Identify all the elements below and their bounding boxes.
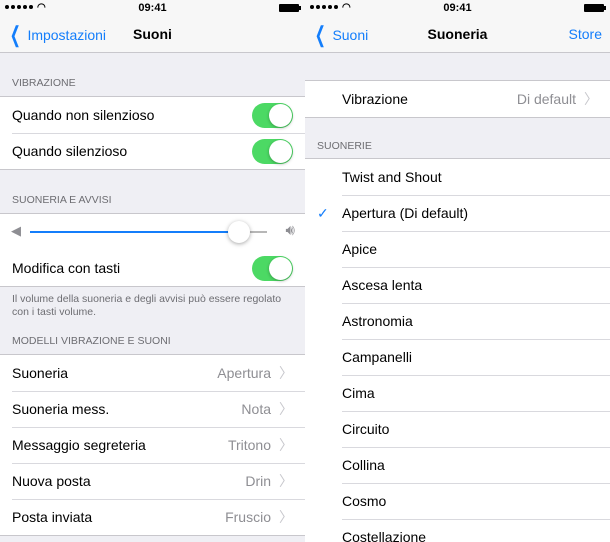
row-value: Tritono [227, 437, 271, 453]
store-button[interactable]: Store [569, 17, 602, 52]
ringer-footer-note: Il volume della suoneria e degli avvisi … [12, 293, 282, 318]
ringtone-label: Cosmo [342, 493, 387, 509]
speaker-high-icon: 🔊︎ [285, 222, 295, 239]
ringtone-label: Costellazione [342, 529, 427, 542]
new-mail-row[interactable]: Nuova posta Drin 〉 [0, 463, 305, 499]
section-header-ringer: SUONERIA E AVVISI [12, 194, 112, 206]
row-label: Suoneria mess. [12, 401, 110, 417]
status-time: 09:41 [443, 2, 472, 14]
text-tone-row[interactable]: Suoneria mess. Nota 〉 [0, 391, 305, 427]
voicemail-row[interactable]: Messaggio segreteria Tritono 〉 [0, 427, 305, 463]
battery-icon [584, 4, 606, 12]
ringtone-row[interactable]: Suoneria Apertura 〉 [0, 355, 305, 391]
ringtone-label: Apertura (Di default) [342, 205, 469, 221]
ringtone-label: Astronomia [342, 313, 413, 329]
chevron-right-icon: 〉 [279, 509, 293, 525]
section-header-vibration: VIBRAZIONE [12, 77, 76, 89]
volume-slider-row: ◀ 🔊︎ [0, 214, 305, 250]
checkmark-icon: ✓ [317, 205, 329, 221]
ringtone-list: Twist and Shout ✓ Apertura (Di default) A… [305, 158, 610, 542]
row-value: Drin [245, 473, 271, 489]
ringtone-screen: ◠ 09:41 ❮ Suoni Suoneria Store Vibrazion… [305, 0, 610, 542]
nav-bar: ❮ Impostazioni Suoni [0, 17, 305, 53]
sent-mail-row[interactable]: Posta inviata Fruscio 〉 [0, 499, 305, 535]
row-label: Quando non silenzioso [12, 107, 155, 123]
row-label: Quando silenzioso [12, 143, 128, 159]
ringtone-label: Collina [342, 457, 385, 473]
row-value: Di default [516, 91, 576, 107]
vibration-silent-row: Quando silenzioso [0, 133, 305, 169]
vibration-ring-row: Quando non silenzioso [0, 97, 305, 133]
ringtone-item[interactable]: Costellazione [305, 519, 610, 542]
chevron-right-icon: 〉 [279, 365, 293, 381]
vibration-group: Vibrazione Di default 〉 [305, 80, 610, 118]
ringtone-item[interactable]: Astronomia [305, 303, 610, 339]
volume-slider-thumb[interactable] [227, 221, 250, 243]
ringtone-label: Ascesa lenta [342, 277, 423, 293]
volume-slider[interactable] [30, 221, 267, 243]
ringtone-item[interactable]: Cima [305, 375, 610, 411]
row-label: Suoneria [12, 365, 69, 381]
row-value: Fruscio [225, 509, 271, 525]
ringtone-label: Apice [342, 241, 378, 257]
ringtone-label: Campanelli [342, 349, 413, 365]
status-bar: ◠ 09:41 [0, 0, 305, 17]
chevron-right-icon: 〉 [584, 91, 598, 107]
ringer-group: ◀ 🔊︎ Modifica con tasti [0, 213, 305, 287]
row-value: Nota [241, 401, 271, 417]
row-label: Modifica con tasti [12, 260, 121, 276]
ringtone-item[interactable]: Apice [305, 231, 610, 267]
vibrate-on-silent-toggle[interactable] [252, 138, 293, 164]
ringtone-item[interactable]: Cosmo [305, 483, 610, 519]
vibrate-on-ring-toggle[interactable] [252, 102, 293, 128]
chevron-right-icon: 〉 [279, 437, 293, 453]
page-title: Suoni [133, 26, 172, 42]
change-with-buttons-toggle[interactable] [252, 255, 293, 281]
sounds-screen: ◠ 09:41 ❮ Impostazioni Suoni VIBRAZIONE … [0, 0, 305, 542]
vibration-row[interactable]: Vibrazione Di default 〉 [305, 81, 610, 117]
section-header-patterns: MODELLI VIBRAZIONE E SUONI [12, 335, 171, 347]
vibration-group: Quando non silenzioso Quando silenzioso [0, 96, 305, 170]
ringtone-item[interactable]: Campanelli [305, 339, 610, 375]
speaker-low-icon: ◀ [11, 223, 21, 238]
change-with-buttons-row: Modifica con tasti [0, 250, 305, 286]
row-label: Messaggio segreteria [12, 437, 146, 453]
ringtone-label: Circuito [342, 421, 390, 437]
patterns-group: Suoneria Apertura 〉 Suoneria mess. Nota … [0, 354, 305, 536]
status-bar: ◠ 09:41 [305, 0, 610, 17]
ringtone-label: Twist and Shout [342, 169, 442, 185]
ringtone-label: Cima [342, 385, 375, 401]
row-label: Nuova posta [12, 473, 91, 489]
row-value: Apertura [217, 365, 271, 381]
status-time: 09:41 [138, 2, 167, 14]
ringtone-item[interactable]: Ascesa lenta [305, 267, 610, 303]
ringtone-item[interactable]: Twist and Shout [305, 159, 610, 195]
battery-icon [279, 4, 301, 12]
row-label: Vibrazione [342, 91, 408, 107]
page-title: Suoneria [427, 26, 488, 42]
ringtone-item[interactable]: Circuito [305, 411, 610, 447]
row-label: Posta inviata [12, 509, 93, 525]
volume-slider-fill [30, 231, 239, 233]
ringtone-item[interactable]: ✓ Apertura (Di default) [305, 195, 610, 231]
ringtone-item[interactable]: Collina [305, 447, 610, 483]
chevron-right-icon: 〉 [279, 401, 293, 417]
nav-bar: ❮ Suoni Suoneria Store [305, 17, 610, 53]
section-header-ringtones: SUONERIE [317, 140, 372, 152]
chevron-right-icon: 〉 [279, 473, 293, 489]
